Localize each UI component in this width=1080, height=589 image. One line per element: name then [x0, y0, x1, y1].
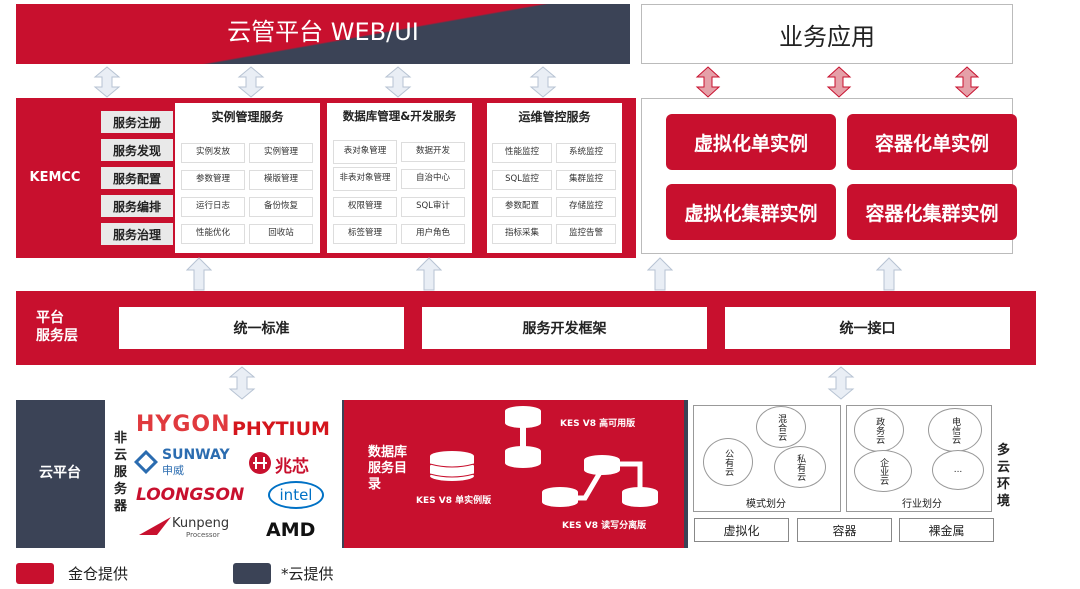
side-item-config: 服务配置 — [101, 167, 173, 189]
non-cloud-server-label: 非云服务器 — [114, 431, 128, 514]
legend-red-label: 金仓提供 — [68, 565, 129, 583]
mode-division-caption: 模式划分 — [746, 499, 786, 510]
kunpeng-logo-icon — [139, 517, 171, 535]
env-container: 容器 — [797, 518, 892, 542]
instance-cell: 备份恢复 — [249, 197, 313, 217]
database-cell: 数据开发 — [401, 142, 465, 162]
kes-ha-label: KES V8 高可用版 — [560, 419, 636, 429]
database-cell: 表对象管理 — [333, 140, 397, 164]
instance-cell: 性能优化 — [181, 224, 245, 244]
side-item-discovery: 服务发现 — [101, 139, 173, 161]
hybrid-cloud: 混合云 — [756, 406, 806, 448]
instance-cell: 参数管理 — [181, 170, 245, 190]
up-arrow-icon — [647, 257, 673, 291]
amd-logo: AMD — [266, 519, 316, 541]
double-arrow-red-icon — [826, 66, 852, 98]
kunpeng-sub-logo: Processor — [186, 531, 220, 539]
virtual-single-instance: 虚拟化单实例 — [666, 114, 836, 170]
database-cell: 用户角色 — [401, 224, 465, 244]
zhaoxin-logo-icon — [249, 452, 271, 474]
database-cell: 标签管理 — [333, 224, 397, 244]
up-arrow-icon — [876, 257, 902, 291]
instance-cell: 回收站 — [249, 224, 313, 244]
instance-mgmt-title: 实例管理服务 — [211, 109, 284, 124]
container-cluster-instance: 容器化集群实例 — [847, 184, 1017, 240]
loongson-logo: LOONGSON — [136, 485, 245, 505]
double-arrow-icon — [237, 66, 265, 98]
legend-dark-swatch — [233, 563, 271, 584]
side-item-governance: 服务治理 — [101, 223, 173, 245]
instance-cell: 模版管理 — [249, 170, 313, 190]
double-arrow-icon — [529, 66, 557, 98]
double-arrow-red-icon — [695, 66, 721, 98]
legend-red-swatch — [16, 563, 54, 584]
container-single-instance: 容器化单实例 — [847, 114, 1017, 170]
platform-label-line2: 服务层 — [36, 328, 78, 344]
up-arrow-icon — [416, 257, 442, 291]
ops-cell: 集群监控 — [556, 170, 616, 190]
platform-label: 平台 服务层 — [36, 309, 78, 345]
database-cell: 权限管理 — [333, 197, 397, 217]
service-dev-framework: 服务开发框架 — [422, 307, 707, 349]
hygon-logo: HYGON — [136, 412, 231, 437]
ops-cell: 监控告警 — [556, 224, 616, 244]
industry-division-caption: 行业划分 — [902, 499, 942, 510]
database-cell: 自治中心 — [401, 169, 465, 189]
ha-database-icon — [505, 406, 541, 468]
virtual-cluster-instance: 虚拟化集群实例 — [666, 184, 836, 240]
instance-cell: 实例发放 — [181, 143, 245, 163]
sunway-logo: SUNWAY — [162, 447, 230, 463]
phytium-logo: PHYTIUM — [232, 418, 330, 440]
database-stack-icon — [429, 451, 475, 481]
sunway-cn-logo: 申威 — [162, 464, 184, 477]
kes-single-label: KES V8 单实例版 — [416, 496, 492, 506]
ops-cell: 性能监控 — [492, 143, 552, 163]
rw-database-icon — [542, 455, 658, 507]
double-arrow-icon — [384, 66, 412, 98]
kemcc-label: KEMCC — [29, 169, 81, 185]
env-bare-metal: 裸金属 — [899, 518, 994, 542]
ops-cell: SQL监控 — [492, 170, 552, 190]
up-arrow-icon — [186, 257, 212, 291]
business-app-header: 业务应用 — [641, 4, 1013, 64]
multi-cloud-label: 多云环境 — [997, 443, 1011, 509]
platform-label-line1: 平台 — [36, 310, 64, 326]
telecom-cloud: 电信云 — [928, 408, 982, 452]
ops-cell: 存储监控 — [556, 197, 616, 217]
ops-cell: 参数配置 — [492, 197, 552, 217]
side-item-orchestration: 服务编排 — [101, 195, 173, 217]
database-cell: 非表对象管理 — [333, 167, 397, 191]
instance-cell: 实例管理 — [249, 143, 313, 163]
double-arrow-red-icon — [954, 66, 980, 98]
double-arrow-icon — [228, 366, 256, 400]
kes-rw-label: KES V8 读写分离版 — [562, 521, 647, 531]
zhaoxin-logo: 兆芯 — [275, 457, 309, 477]
db-catalog-label: 数据库服务目录 — [368, 445, 408, 492]
sunway-logo-icon — [134, 450, 158, 474]
ops-mgmt-title: 运维管控服务 — [518, 109, 591, 124]
cloud-mgmt-title: 云管平台 WEB/UI — [227, 17, 419, 46]
unified-standard: 统一标准 — [119, 307, 404, 349]
side-item-register: 服务注册 — [101, 111, 173, 133]
database-mgmt-title: 数据库管理&开发服务 — [342, 109, 457, 123]
intel-logo: intel — [268, 481, 324, 509]
legend-dark-label: *云提供 — [281, 565, 334, 583]
enterprise-cloud: 企业云 — [854, 450, 912, 492]
private-cloud: 私有云 — [774, 446, 826, 488]
public-cloud: 公有云 — [703, 438, 753, 486]
ops-cell: 系统监控 — [556, 143, 616, 163]
instance-cell: 运行日志 — [181, 197, 245, 217]
gov-cloud: 政务云 — [854, 408, 904, 452]
database-cell: SQL审计 — [401, 197, 465, 217]
cloud-platform-label: 云平台 — [39, 465, 81, 481]
more-cloud: ... — [932, 450, 984, 490]
kunpeng-logo: Kunpeng — [172, 516, 230, 531]
env-virtualization: 虚拟化 — [694, 518, 789, 542]
unified-interface: 统一接口 — [725, 307, 1010, 349]
double-arrow-icon — [827, 366, 855, 400]
ops-cell: 指标采集 — [492, 224, 552, 244]
double-arrow-icon — [93, 66, 121, 98]
